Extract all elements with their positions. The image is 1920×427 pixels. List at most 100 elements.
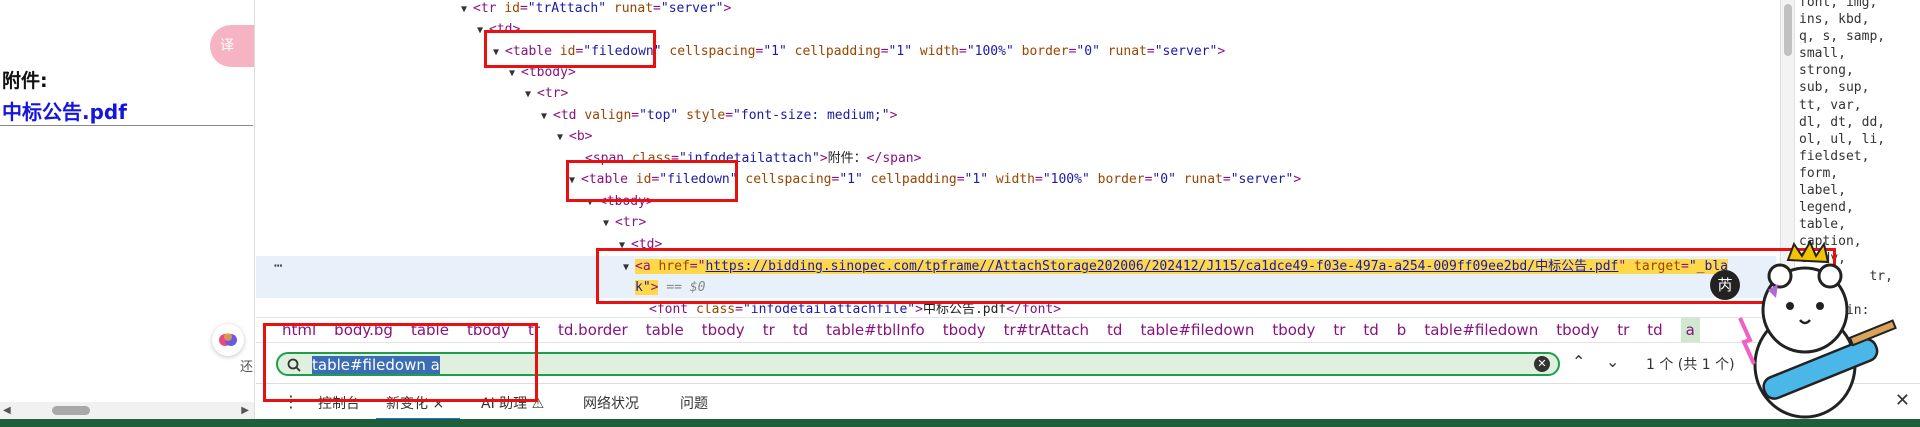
- web-page-pane: 附件: 中标公告.pdf 译 还 ◀ ▶: [0, 0, 255, 419]
- dom-node-td[interactable]: ▼ <td>: [256, 19, 520, 40]
- dom-node-tr[interactable]: ▼ <tr>: [256, 83, 568, 104]
- dom-node-tr-trattach[interactable]: ▼ <tr id="trAttach" runat="server">: [256, 0, 731, 19]
- attr-value: "0": [1076, 44, 1100, 59]
- cartoon-sticker-image: [1720, 239, 1910, 420]
- tab-network-conditions[interactable]: 网络状况: [583, 393, 639, 413]
- translate-button[interactable]: 译: [210, 25, 254, 67]
- attr-value: "trAttach": [527, 1, 607, 16]
- dom-node-table-filedown-inner[interactable]: ▼ <table id="filedown" cellspacing="1" ce…: [256, 169, 1301, 190]
- attr-value: "server": [1154, 44, 1218, 59]
- clear-search-icon[interactable]: ✕: [1534, 356, 1550, 372]
- breadcrumb-item-selected[interactable]: a: [1680, 318, 1700, 342]
- tag-end: >: [723, 1, 732, 16]
- dom-node-b[interactable]: ▼ <b>: [256, 126, 592, 147]
- breadcrumb-item[interactable]: td: [1647, 318, 1662, 342]
- breadcrumb-item[interactable]: tbody: [1272, 318, 1315, 342]
- chevron-up-icon[interactable]: ⌃: [1572, 352, 1585, 371]
- tag-close: </font>: [1006, 302, 1062, 317]
- breadcrumb-item[interactable]: tr: [1617, 318, 1629, 342]
- attr-name: border: [1021, 44, 1069, 59]
- tag-name: <font: [649, 302, 689, 317]
- attr-value: "1": [763, 44, 787, 59]
- expand-triangle-icon[interactable]: ▼: [541, 106, 553, 127]
- page-text-fragment: 还: [240, 360, 254, 375]
- tag-end: >: [915, 302, 923, 317]
- tag-name: <b>: [569, 129, 593, 144]
- breadcrumb-item[interactable]: tr#trAttach: [1004, 318, 1089, 342]
- tag-end: >: [889, 108, 898, 123]
- dom-node-table-filedown[interactable]: ▼ <table id="filedown" cellspacing="1" ce…: [256, 41, 1225, 62]
- breadcrumb-item[interactable]: tbody: [702, 318, 745, 342]
- dom-node-tr-inner[interactable]: ▼ <tr>: [256, 212, 646, 233]
- breadcrumb-item[interactable]: table: [646, 318, 684, 342]
- expand-triangle-icon[interactable]: ▼: [557, 127, 569, 148]
- attr-value: "1": [839, 172, 863, 187]
- scrollbar-thumb[interactable]: [52, 406, 90, 415]
- attr-name: cellspacing: [745, 172, 832, 187]
- tag-name: <td: [553, 108, 577, 123]
- breadcrumb-item[interactable]: tbody: [1556, 318, 1599, 342]
- attr-value: "infodetailattachfile": [742, 302, 916, 317]
- breadcrumb-item[interactable]: td: [1363, 318, 1378, 342]
- brain-icon[interactable]: [212, 324, 244, 356]
- node-text: 中标公告.pdf: [922, 302, 1007, 317]
- tab-issues[interactable]: 问题: [680, 393, 708, 413]
- attr-name: cellpadding: [794, 44, 881, 59]
- attr-name: cellpadding: [870, 172, 957, 187]
- tag-end: >: [819, 151, 828, 166]
- attr-name: valign: [584, 108, 632, 123]
- expand-triangle-icon[interactable]: ▼: [603, 213, 615, 234]
- tag-end: >: [1293, 172, 1302, 187]
- attr-value: "font-size: medium;": [733, 108, 890, 123]
- attr-name: class: [695, 302, 736, 317]
- scroll-left-icon[interactable]: ◀: [3, 405, 11, 416]
- breadcrumb-item[interactable]: table#filedown: [1140, 318, 1254, 342]
- breadcrumb-item[interactable]: td: [1107, 318, 1122, 342]
- tag-name: <tr: [473, 1, 497, 16]
- attr-name: runat: [1107, 44, 1147, 59]
- attr-value: "100%": [1042, 172, 1090, 187]
- breadcrumb-item[interactable]: td.border: [558, 318, 628, 342]
- tag-name: <tr>: [615, 215, 647, 230]
- horizontal-scrollbar[interactable]: ◀ ▶: [0, 402, 254, 419]
- attr-name: id: [504, 1, 520, 16]
- taskbar-strip: [0, 419, 1920, 427]
- tag-name: <tr>: [537, 86, 569, 101]
- attr-name: runat: [613, 1, 654, 16]
- chevron-down-icon[interactable]: ⌄: [1606, 352, 1619, 371]
- attr-name: cellspacing: [669, 44, 756, 59]
- translate-badge-icon[interactable]: 芮: [1710, 270, 1740, 300]
- breadcrumb-item[interactable]: tr: [763, 318, 775, 342]
- annotation-box: [484, 30, 656, 68]
- annotation-box: [263, 323, 538, 402]
- attr-name: style: [686, 108, 726, 123]
- tag-close: </span>: [866, 151, 922, 166]
- expand-triangle-icon[interactable]: ▼: [461, 0, 473, 20]
- attr-name: border: [1097, 172, 1145, 187]
- attachment-link[interactable]: 中标公告.pdf: [2, 96, 127, 125]
- attr-name: width: [995, 172, 1035, 187]
- more-options-icon[interactable]: ⋯: [274, 258, 282, 274]
- attr-name: width: [919, 44, 959, 59]
- breadcrumb-item[interactable]: table#filedown: [1424, 318, 1538, 342]
- attr-value: "server": [1230, 172, 1294, 187]
- breadcrumb-item[interactable]: tr: [1333, 318, 1345, 342]
- scroll-right-icon[interactable]: ▶: [241, 405, 249, 416]
- scrollbar-thumb[interactable]: [1784, 4, 1792, 56]
- tag-end: >: [1217, 44, 1226, 59]
- dom-node-td-valign[interactable]: ▼ <td valign="top" style="font-size: medi…: [256, 105, 897, 126]
- annotation-box: [566, 160, 738, 202]
- attr-value: "0": [1152, 172, 1176, 187]
- breadcrumb-item[interactable]: table#tblInfo: [826, 318, 925, 342]
- breadcrumb-item[interactable]: tbody: [943, 318, 986, 342]
- attr-value: "1": [888, 44, 913, 59]
- attachment-label: 附件:: [2, 70, 48, 92]
- attr-value: "top": [639, 108, 679, 123]
- breadcrumb-item[interactable]: b: [1397, 318, 1407, 342]
- annotation-box: [596, 248, 1836, 304]
- breadcrumb-item[interactable]: td: [793, 318, 808, 342]
- expand-triangle-icon[interactable]: ▼: [525, 84, 537, 105]
- attr-value: "1": [964, 172, 989, 187]
- attr-value: "100%": [966, 44, 1014, 59]
- divider: [0, 125, 253, 126]
